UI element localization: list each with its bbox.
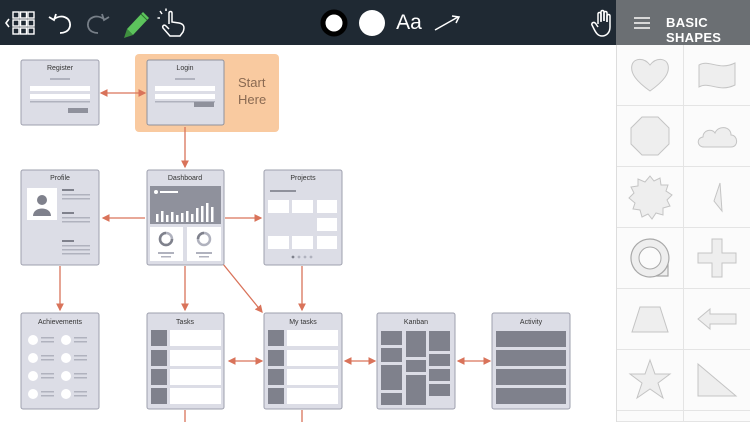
- card-title-projects: Projects: [290, 175, 316, 182]
- shape-star[interactable]: [617, 350, 684, 411]
- toolbar: Aa BASIC SHAPES: [0, 0, 750, 45]
- octagon-shape-icon: [630, 116, 670, 156]
- line-tool-button[interactable]: [432, 0, 462, 45]
- seal-shape-icon: [628, 175, 673, 220]
- start-label-line2: Here: [238, 92, 266, 107]
- wireframe-diagram: Start Here Register Login Profile Dashbo…: [20, 54, 571, 422]
- ring-icon: [320, 9, 348, 36]
- flag-shape-icon: [698, 62, 736, 89]
- card-title-login: Login: [176, 65, 193, 72]
- card-login[interactable]: Login: [146, 59, 225, 126]
- hand-pointer-icon: [157, 8, 185, 37]
- cloud-shape-icon: [697, 127, 738, 148]
- card-title-my-tasks: My tasks: [289, 319, 317, 326]
- back-grid-button[interactable]: [2, 0, 40, 45]
- redo-button[interactable]: [82, 0, 114, 45]
- pen-tool-button[interactable]: [120, 0, 154, 45]
- plus-shape-icon: [697, 238, 737, 278]
- shape-octagon[interactable]: [617, 106, 684, 167]
- card-my-tasks[interactable]: My tasks: [263, 312, 343, 410]
- card-title-tasks: Tasks: [176, 319, 194, 326]
- card-title-register: Register: [47, 65, 74, 72]
- arrow-line-icon: [434, 14, 461, 31]
- left-arrow-shape-icon: [697, 307, 737, 331]
- pencil-icon: [124, 11, 149, 38]
- card-title-activity: Activity: [520, 319, 543, 326]
- card-tasks[interactable]: Tasks: [146, 312, 225, 410]
- hamburger-icon[interactable]: [634, 17, 650, 29]
- undo-icon: [48, 13, 71, 34]
- card-title-dashboard: Dashboard: [168, 175, 202, 182]
- card-title-profile: Profile: [50, 175, 70, 182]
- panel-title: BASIC SHAPES: [666, 15, 722, 45]
- drawing-canvas[interactable]: Start Here Register Login Profile Dashbo…: [0, 45, 616, 422]
- shape-trapezoid[interactable]: [617, 289, 684, 350]
- shapes-panel: [616, 45, 750, 422]
- undo-button[interactable]: [44, 0, 76, 45]
- stroke-color-button[interactable]: [318, 0, 350, 45]
- redo-icon: [87, 13, 110, 34]
- card-dashboard[interactable]: Dashboard: [146, 169, 225, 266]
- card-kanban[interactable]: Kanban: [376, 312, 456, 410]
- shape-plus[interactable]: [684, 228, 750, 289]
- shape-heart[interactable]: [617, 45, 684, 106]
- shape-left-arrow[interactable]: [684, 289, 750, 350]
- shape-ring-tag[interactable]: [617, 228, 684, 289]
- card-title-achievements: Achievements: [38, 319, 82, 326]
- star-shape-icon: [628, 358, 672, 400]
- start-label-line1: Start: [238, 75, 266, 90]
- panel-header: BASIC SHAPES: [616, 0, 750, 45]
- shape-flag[interactable]: [684, 45, 750, 106]
- pan-tool-button[interactable]: [590, 0, 618, 45]
- shape-triangle[interactable]: [684, 167, 750, 228]
- fill-color-button[interactable]: [356, 0, 388, 45]
- card-register[interactable]: Register: [20, 59, 100, 126]
- shape-right-triangle[interactable]: [684, 350, 750, 411]
- text-tool-button[interactable]: Aa: [394, 0, 424, 45]
- heart-shape-icon: [631, 58, 669, 92]
- card-profile[interactable]: Profile: [20, 169, 100, 266]
- grid-back-icon: [5, 10, 35, 35]
- card-achievements[interactable]: Achievements: [20, 312, 100, 410]
- touch-select-button[interactable]: [156, 0, 192, 45]
- hand-icon: [591, 9, 611, 37]
- app-window: Aa BASIC SHAPES Start Here Register Logi…: [0, 0, 750, 422]
- shape-cloud[interactable]: [684, 106, 750, 167]
- shape-cell-partial[interactable]: [684, 411, 750, 422]
- card-activity[interactable]: Activity: [491, 312, 571, 410]
- card-projects[interactable]: Projects: [263, 169, 343, 266]
- shape-cell-partial[interactable]: [617, 411, 684, 422]
- ring-tag-shape-icon: [630, 238, 670, 278]
- triangle-shape-icon: [713, 182, 723, 213]
- shape-seal[interactable]: [617, 167, 684, 228]
- filled-circle-icon: [359, 9, 385, 36]
- card-title-kanban: Kanban: [404, 319, 428, 326]
- text-icon: Aa: [396, 10, 422, 34]
- trapezoid-shape-icon: [631, 306, 669, 333]
- right-triangle-shape-icon: [697, 362, 738, 397]
